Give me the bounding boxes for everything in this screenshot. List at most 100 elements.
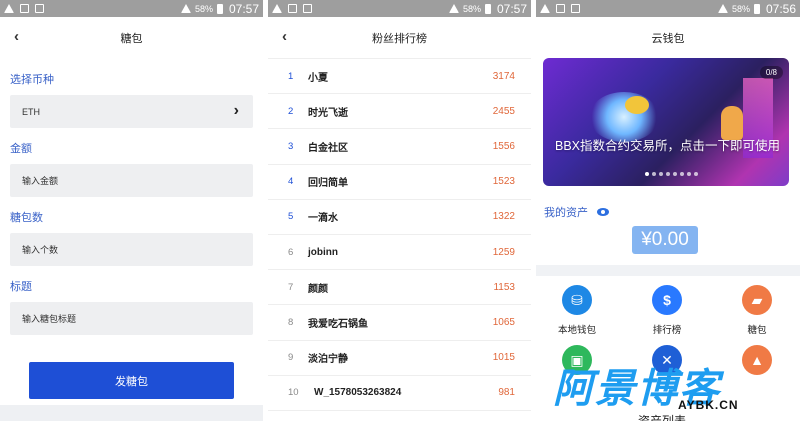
battery-percent: 58% — [462, 3, 481, 14]
battery-icon — [484, 3, 491, 14]
fan-count: 1322 — [492, 211, 515, 223]
notification-icon — [272, 4, 282, 13]
my-assets-label: 我的资产 — [544, 204, 609, 220]
clock: 07:57 — [228, 1, 259, 16]
fans-ranking-screen: 58% 07:57 ‹ 粉丝排行榜 1 小夏 3174 2 时光飞逝 2455 3 白金社区 15… — [268, 0, 531, 421]
wifi-icon — [448, 4, 459, 13]
footer-strip — [0, 405, 263, 421]
rank-number: 6 — [288, 246, 294, 258]
fan-count: 1523 — [492, 176, 515, 188]
image-icon — [288, 4, 297, 13]
check-icon — [303, 4, 312, 13]
red-packet-screen: 58% 07:57 ‹ 糖包 选择币种 ETH › 金额 输入金额 糖包数 输入个… — [0, 0, 263, 421]
basket-icon: ⛁ — [562, 285, 592, 315]
back-arrow-icon[interactable]: ‹ — [282, 28, 287, 45]
status-bar: 58% 07:57 — [268, 0, 531, 17]
banner-caption: BBX指数合约交易所，点击一下即可使用 — [555, 139, 781, 153]
rank-number: 8 — [288, 316, 294, 328]
fan-count: 1556 — [492, 140, 515, 152]
page-title: 云钱包 — [651, 33, 685, 45]
amount-input[interactable]: 输入金额 — [10, 164, 253, 197]
page-title: 粉丝排行榜 — [372, 32, 427, 45]
nav-bar: ‹ 粉丝排行榜 — [268, 17, 531, 59]
status-bar: 58% 07:57 — [0, 0, 263, 17]
packet-count-input[interactable]: 输入个数 — [10, 233, 253, 266]
fan-count: 1065 — [492, 316, 515, 328]
send-packet-button[interactable]: 发糖包 — [29, 362, 234, 399]
fan-name: 颜颜 — [308, 283, 328, 295]
clock: 07:57 — [496, 1, 527, 16]
fan-name: 一滴水 — [308, 213, 338, 225]
ranking-row[interactable]: 8 我爱吃石锅鱼 1065 — [268, 305, 531, 341]
eye-icon[interactable] — [597, 208, 609, 216]
fan-name: W_1578053263824 — [314, 387, 402, 399]
promo-banner[interactable]: 0/8 BBX指数合约交易所，点击一下即可使用 — [543, 58, 789, 186]
ranking-row[interactable]: 5 一滴水 1322 — [268, 200, 531, 235]
rank-number: 2 — [288, 105, 294, 117]
ranking-row[interactable]: 6 jobinn 1259 — [268, 235, 531, 271]
check-icon — [35, 4, 44, 13]
section-divider — [536, 265, 800, 276]
tile-ranking[interactable]: $ 排行榜 — [632, 285, 702, 336]
banner-pager: 0/8 — [759, 66, 783, 79]
fan-name: 回归简单 — [308, 178, 348, 190]
tile-label: 本地钱包 — [557, 325, 596, 336]
rank-number: 10 — [288, 387, 299, 399]
person-graphic — [721, 106, 743, 140]
ranking-row[interactable]: 10 W_1578053263824 981 — [268, 376, 531, 411]
packet-count-label: 糖包数 — [0, 197, 263, 233]
check-icon — [571, 4, 580, 13]
rank-number: 3 — [288, 140, 294, 152]
my-assets-text: 我的资产 — [544, 207, 588, 219]
ranking-row[interactable]: 2 时光飞逝 2455 — [268, 94, 531, 130]
rank-number: 1 — [288, 70, 294, 82]
packet-title-input[interactable]: 输入糖包标题 — [10, 302, 253, 335]
banner-dots — [645, 172, 698, 176]
watermark-logo: 阿景博客 AYBK.CN — [553, 356, 793, 416]
tile-label: 排行榜 — [652, 325, 682, 336]
currency-label: 选择币种 — [0, 59, 263, 95]
fan-name: 白金社区 — [308, 142, 348, 154]
image-icon — [556, 4, 565, 13]
battery-icon — [753, 3, 760, 14]
rank-number: 5 — [288, 211, 294, 223]
tile-red-packet[interactable]: ▰ 糖包 — [722, 285, 792, 336]
packet-title-label: 标题 — [0, 266, 263, 302]
status-bar: 58% 07:56 — [536, 0, 800, 17]
back-arrow-icon[interactable]: ‹ — [14, 28, 19, 45]
ranking-row[interactable]: 4 回归简单 1523 — [268, 165, 531, 200]
battery-percent: 58% — [731, 3, 750, 14]
ranking-list: 1 小夏 3174 2 时光飞逝 2455 3 白金社区 1556 4 回归简单 1523 5 一滴水 13… — [268, 59, 531, 411]
coin-graphic — [625, 96, 649, 114]
amount-label: 金额 — [0, 128, 263, 164]
fan-name: 时光飞逝 — [308, 107, 348, 119]
currency-select[interactable]: ETH › — [10, 95, 253, 128]
fan-name: 小夏 — [308, 72, 328, 84]
chevron-right-icon: › — [233, 102, 239, 119]
wifi-icon — [717, 4, 728, 13]
wifi-icon — [180, 4, 191, 13]
ranking-row[interactable]: 3 白金社区 1556 — [268, 129, 531, 165]
tile-local-wallet[interactable]: ⛁ 本地钱包 — [542, 285, 612, 336]
watermark-sub: AYBK.CN — [678, 398, 739, 412]
notification-icon — [540, 4, 550, 13]
ranking-row[interactable]: 7 颜颜 1153 — [268, 270, 531, 306]
battery-icon — [216, 3, 223, 14]
rank-number: 4 — [288, 176, 294, 188]
battery-percent: 58% — [194, 3, 213, 14]
asset-value: ¥0.00 — [632, 226, 698, 254]
ranking-row[interactable]: 9 淡泊宁静 1015 — [268, 341, 531, 376]
fan-count: 3174 — [492, 70, 515, 82]
fan-name: 我爱吃石锅鱼 — [308, 318, 368, 330]
tile-label: 糖包 — [747, 325, 767, 336]
nav-bar: ‹ 糖包 — [0, 17, 263, 59]
banner-glow — [589, 92, 659, 142]
rank-number: 7 — [288, 281, 294, 293]
ranking-row[interactable]: 1 小夏 3174 — [268, 59, 531, 95]
image-icon — [20, 4, 29, 13]
fan-count: 1259 — [492, 246, 515, 258]
fan-count: 1153 — [493, 281, 515, 293]
page-title: 糖包 — [120, 33, 143, 45]
truck-icon: ▰ — [742, 285, 772, 315]
fan-count: 1015 — [492, 352, 515, 364]
